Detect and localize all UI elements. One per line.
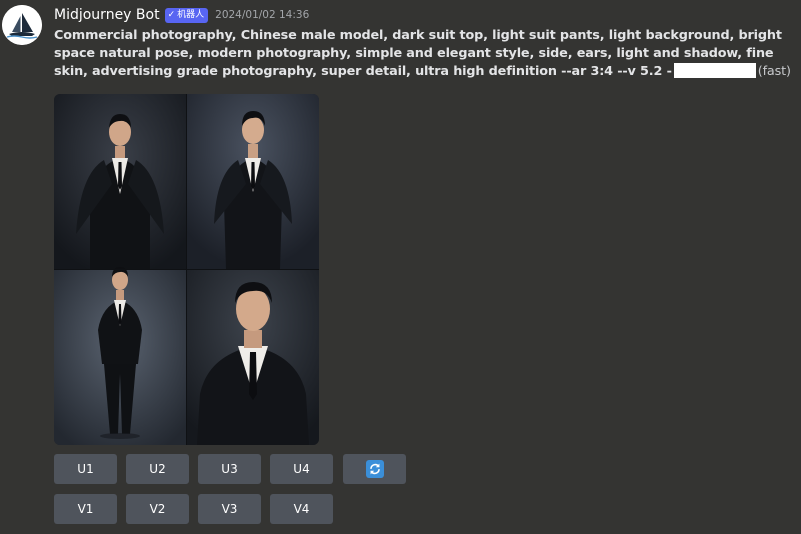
upscale-1-button[interactable]: U1 (54, 454, 117, 484)
redacted-mention (673, 63, 756, 78)
variation-1-button[interactable]: V1 (54, 494, 117, 524)
image-tile-2[interactable] (187, 94, 319, 269)
upscale-4-button[interactable]: U4 (270, 454, 333, 484)
prompt-body: Commercial photography, Chinese male mod… (54, 28, 782, 79)
variation-2-button[interactable]: V2 (126, 494, 189, 524)
upscale-3-button[interactable]: U3 (198, 454, 261, 484)
chat-message: Midjourney Bot ✓ 机器人 2024/01/02 14:36 Co… (0, 0, 801, 534)
variation-3-button[interactable]: V3 (198, 494, 261, 524)
image-tile-4[interactable] (187, 270, 319, 445)
avatar[interactable] (2, 5, 42, 45)
variation-4-button[interactable]: V4 (270, 494, 333, 524)
image-tile-1[interactable] (54, 94, 186, 269)
reroll-button[interactable] (343, 454, 406, 484)
refresh-icon (365, 460, 384, 478)
bot-badge: ✓ 机器人 (164, 7, 209, 23)
verified-check-icon: ✓ (167, 9, 176, 20)
username[interactable]: Midjourney Bot (54, 7, 160, 23)
timestamp: 2024/01/02 14:36 (215, 9, 310, 21)
generated-image-grid[interactable] (54, 94, 319, 445)
image-tile-3[interactable] (54, 267, 186, 445)
bot-badge-label: 机器人 (177, 9, 205, 20)
image-grid-graphic (54, 94, 319, 445)
speed-label: (fast) (757, 64, 791, 79)
prompt-text: Commercial photography, Chinese male mod… (54, 27, 799, 81)
sailboat-logo-icon (2, 5, 42, 45)
message-header: Midjourney Bot ✓ 机器人 2024/01/02 14:36 (54, 5, 309, 25)
upscale-2-button[interactable]: U2 (126, 454, 189, 484)
